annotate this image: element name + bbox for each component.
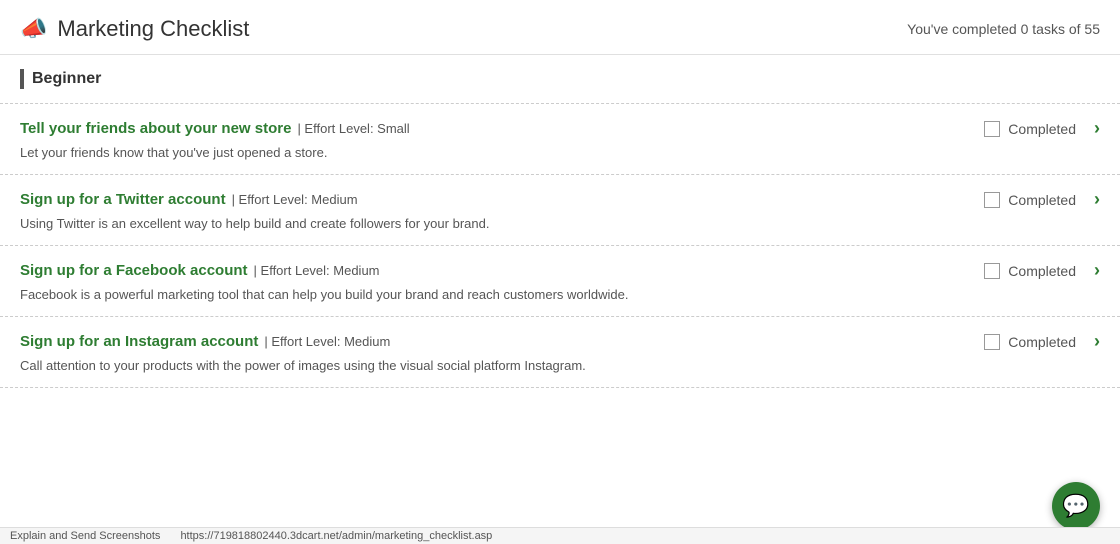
checklist-container: Tell your friends about your new store |… xyxy=(0,104,1120,388)
item-4-effort: | Effort Level: Medium xyxy=(264,334,390,349)
chat-icon: 💬 xyxy=(1062,493,1089,519)
item-3-title-area: Sign up for a Facebook account | Effort … xyxy=(20,262,380,279)
progress-text: You've completed 0 tasks of 55 xyxy=(907,21,1100,37)
item-2-checkbox[interactable] xyxy=(984,192,1000,208)
item-4-checkbox[interactable] xyxy=(984,334,1000,350)
item-4-right: Completed › xyxy=(960,331,1100,352)
item-3-chevron-icon[interactable]: › xyxy=(1094,260,1100,281)
megaphone-icon: 📣 xyxy=(20,16,47,42)
checklist-item-2[interactable]: Sign up for a Twitter account | Effort L… xyxy=(0,175,1120,246)
item-3-checkbox[interactable] xyxy=(984,263,1000,279)
item-2-description: Using Twitter is an excellent way to hel… xyxy=(20,216,1100,231)
item-1-right: Completed › xyxy=(960,118,1100,139)
item-3-completed: Completed xyxy=(1008,263,1076,279)
item-4-title-area: Sign up for an Instagram account | Effor… xyxy=(20,333,390,350)
section-bar-icon xyxy=(20,69,24,89)
item-1-title-area: Tell your friends about your new store |… xyxy=(20,120,410,137)
item-2-right: Completed › xyxy=(960,189,1100,210)
item-1-description: Let your friends know that you've just o… xyxy=(20,145,1100,160)
item-2-effort: | Effort Level: Medium xyxy=(232,192,358,207)
item-1-title: Tell your friends about your new store xyxy=(20,120,291,137)
item-3-effort: | Effort Level: Medium xyxy=(254,263,380,278)
section-title: Beginner xyxy=(32,70,101,88)
item-4-chevron-icon[interactable]: › xyxy=(1094,331,1100,352)
item-3-right: Completed › xyxy=(960,260,1100,281)
header-left: 📣 Marketing Checklist xyxy=(20,16,249,42)
item-1-chevron-icon[interactable]: › xyxy=(1094,118,1100,139)
item-2-chevron-icon[interactable]: › xyxy=(1094,189,1100,210)
checklist-item-3[interactable]: Sign up for a Facebook account | Effort … xyxy=(0,246,1120,317)
checklist-item-1[interactable]: Tell your friends about your new store |… xyxy=(0,104,1120,175)
item-4-description: Call attention to your products with the… xyxy=(20,358,1100,373)
item-2-completed: Completed xyxy=(1008,192,1076,208)
status-url: https://719818802440.3dcart.net/admin/ma… xyxy=(180,530,492,542)
item-1-checkbox[interactable] xyxy=(984,121,1000,137)
item-3-title: Sign up for a Facebook account xyxy=(20,262,248,279)
item-1-effort: | Effort Level: Small xyxy=(297,121,409,136)
item-2-title-area: Sign up for a Twitter account | Effort L… xyxy=(20,191,358,208)
item-1-completed: Completed xyxy=(1008,121,1076,137)
status-text: Explain and Send Screenshots xyxy=(10,530,160,542)
item-3-description: Facebook is a powerful marketing tool th… xyxy=(20,287,1100,302)
item-4-title: Sign up for an Instagram account xyxy=(20,333,258,350)
chat-button[interactable]: 💬 xyxy=(1052,482,1100,530)
status-bar: Explain and Send Screenshots https://719… xyxy=(0,527,1120,544)
page-header: 📣 Marketing Checklist You've completed 0… xyxy=(0,0,1120,55)
page-title: Marketing Checklist xyxy=(57,16,249,42)
item-2-title: Sign up for a Twitter account xyxy=(20,191,226,208)
checklist-item-4[interactable]: Sign up for an Instagram account | Effor… xyxy=(0,317,1120,388)
section-header: Beginner xyxy=(0,55,1120,104)
item-4-completed: Completed xyxy=(1008,334,1076,350)
